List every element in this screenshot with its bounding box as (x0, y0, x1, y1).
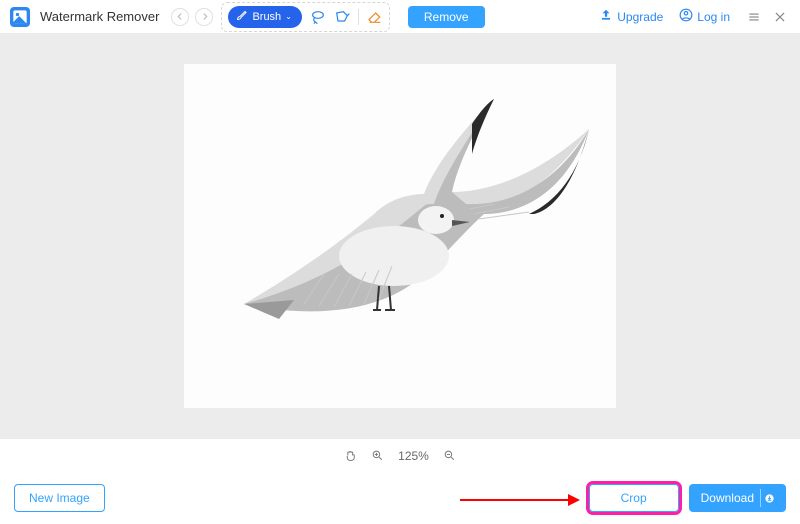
download-button[interactable]: Download (689, 484, 786, 512)
upgrade-label: Upgrade (617, 10, 663, 24)
chevron-down-icon: ⌄ (285, 12, 292, 21)
zoom-out-button[interactable] (443, 449, 456, 462)
editing-image[interactable] (184, 64, 616, 408)
eraser-tool-button[interactable] (367, 9, 383, 25)
tool-divider (358, 9, 359, 25)
close-button[interactable] (770, 7, 790, 27)
login-label: Log in (697, 10, 730, 24)
redo-button[interactable] (195, 8, 213, 26)
canvas-area[interactable] (0, 33, 800, 438)
login-link[interactable]: Log in (679, 8, 730, 25)
download-label: Download (701, 491, 754, 505)
brush-icon (236, 9, 248, 24)
toolbar: Watermark Remover Brush ⌄ (0, 0, 800, 33)
brush-label: Brush (252, 11, 281, 23)
footer: New Image Crop Download (0, 472, 800, 524)
pan-hand-button[interactable] (344, 449, 357, 462)
new-image-button[interactable]: New Image (14, 484, 105, 512)
polygon-tool-button[interactable] (334, 9, 350, 25)
user-icon (679, 8, 693, 25)
tool-group: Brush ⌄ (221, 2, 389, 32)
image-card (184, 64, 616, 408)
zoom-bar: 125% (0, 438, 800, 472)
lasso-tool-button[interactable] (310, 9, 326, 25)
app-title: Watermark Remover (40, 9, 159, 24)
crop-button[interactable]: Crop (589, 484, 679, 512)
zoom-level: 125% (398, 449, 429, 463)
menu-button[interactable] (744, 7, 764, 27)
brush-tool-button[interactable]: Brush ⌄ (228, 6, 301, 28)
undo-button[interactable] (171, 8, 189, 26)
upload-icon (599, 8, 613, 25)
zoom-in-button[interactable] (371, 449, 384, 462)
app-logo (10, 7, 30, 27)
annotation-arrow (460, 490, 580, 515)
download-options-icon[interactable] (760, 489, 778, 507)
upgrade-link[interactable]: Upgrade (599, 8, 663, 25)
remove-button[interactable]: Remove (408, 6, 485, 28)
